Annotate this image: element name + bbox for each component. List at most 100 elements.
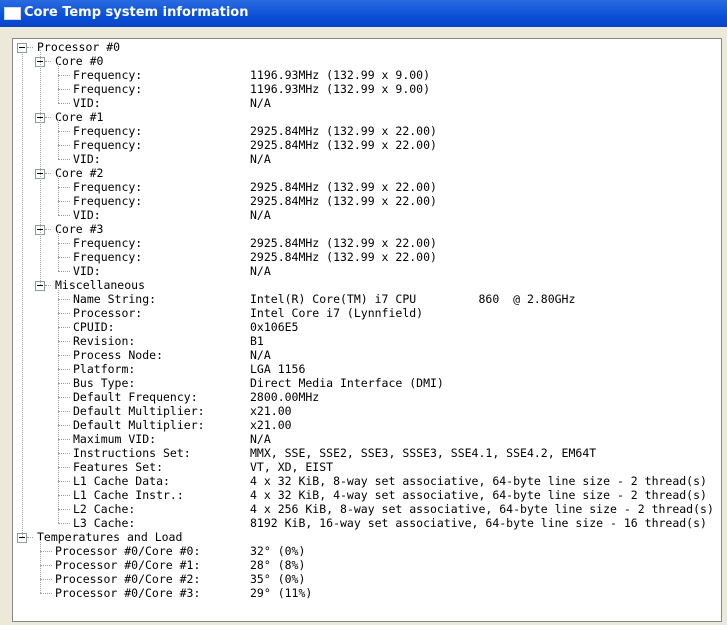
- tree-connector: [58, 523, 70, 524]
- tree-node-core-0[interactable]: Core #0: [55, 54, 103, 68]
- property-label: Frequency:: [73, 68, 143, 82]
- info-tree[interactable]: Processor #0 Core #0 Frequency: 1196.93MHz …: [12, 38, 722, 622]
- property-value: VT, XD, EIST: [250, 460, 334, 474]
- property-label: Platform:: [73, 362, 136, 376]
- tree-node-core-1[interactable]: Core #1: [55, 110, 103, 124]
- tree-connector: [58, 89, 70, 90]
- property-label: Frequency:: [73, 180, 143, 194]
- property-label: VID:: [73, 96, 101, 110]
- tree-connector: [58, 64, 59, 103]
- property-label: Default Frequency:: [73, 390, 198, 404]
- tree-connector: [45, 229, 51, 230]
- property-value: N/A: [250, 348, 271, 362]
- tree-connector: [45, 61, 51, 62]
- tree-node-core-3[interactable]: Core #3: [55, 222, 103, 236]
- tree-connector: [58, 120, 59, 159]
- tree-connector: [58, 509, 70, 510]
- property-label: L3 Cache:: [73, 516, 136, 530]
- property-label: CPUID:: [73, 320, 115, 334]
- tree-connector: [58, 411, 70, 412]
- property-value: 32° (0%): [250, 544, 306, 558]
- tree-connector: [58, 75, 70, 76]
- property-value: N/A: [250, 152, 271, 166]
- property-value: Intel Core i7 (Lynnfield): [250, 306, 424, 320]
- property-value: 1196.93MHz (132.99 x 9.00): [250, 68, 431, 82]
- property-label: Features Set:: [73, 460, 164, 474]
- property-value: 4 x 32 KiB, 8-way set associative, 64-by…: [250, 474, 707, 488]
- tree-connector: [58, 495, 70, 496]
- tree-node-temperatures-and-load[interactable]: Temperatures and Load: [37, 530, 182, 544]
- tree-connector: [58, 271, 70, 272]
- tree-connector: [58, 201, 70, 202]
- tree-connector: [40, 565, 52, 566]
- property-value: LGA 1156: [250, 362, 306, 376]
- property-value: x21.00: [250, 418, 292, 432]
- tree-connector: [58, 257, 70, 258]
- property-value: N/A: [250, 264, 271, 278]
- tree-connector: [58, 288, 59, 523]
- tree-node-core-2[interactable]: Core #2: [55, 166, 103, 180]
- tree-connector: [22, 52, 23, 537]
- property-value: 2925.84MHz (132.99 x 22.00): [250, 138, 437, 152]
- tree-connector: [58, 131, 70, 132]
- property-value: 2800.00MHz: [250, 390, 320, 404]
- property-label: VID:: [73, 264, 101, 278]
- property-value: 2925.84MHz (132.99 x 22.00): [250, 194, 437, 208]
- tree-node-miscellaneous[interactable]: Miscellaneous: [55, 278, 145, 292]
- property-value: N/A: [250, 432, 271, 446]
- title-bar: Core Temp system information: [0, 0, 727, 27]
- property-label: Default Multiplier:: [73, 418, 205, 432]
- property-value: 2925.84MHz (132.99 x 22.00): [250, 250, 437, 264]
- tree-connector: [40, 579, 52, 580]
- tree-connector: [58, 425, 70, 426]
- property-value: 28° (8%): [250, 558, 306, 572]
- property-label: Frequency:: [73, 124, 143, 138]
- property-value: Direct Media Interface (DMI): [250, 376, 444, 390]
- tree-connector: [58, 215, 70, 216]
- property-label: Instructions Set:: [73, 446, 191, 460]
- property-value: 35° (0%): [250, 572, 306, 586]
- tree-connector: [58, 355, 70, 356]
- tree-connector: [58, 453, 70, 454]
- tree-connector: [45, 173, 51, 174]
- property-label: Default Multiplier:: [73, 404, 205, 418]
- tree-connector: [27, 537, 33, 538]
- property-label: L1 Cache Instr.:: [73, 488, 184, 502]
- tree-connector: [58, 187, 70, 188]
- tree-connector: [58, 341, 70, 342]
- property-value: Intel(R) Core(TM) i7 CPU 860 @ 2.80GHz: [250, 292, 576, 306]
- window-title: Core Temp system information: [24, 5, 249, 20]
- tree-connector: [58, 103, 70, 104]
- tree-connector: [45, 285, 51, 286]
- tree-node-processor-0[interactable]: Processor #0: [37, 40, 120, 54]
- property-label: Processor #0/Core #3:: [55, 586, 201, 600]
- tree-connector: [40, 50, 41, 285]
- property-label: Processor #0/Core #2:: [55, 572, 201, 586]
- property-value: 29° (11%): [250, 586, 313, 600]
- window-icon: [4, 7, 21, 20]
- tree-connector: [58, 243, 70, 244]
- property-value: MMX, SSE, SSE2, SSE3, SSSE3, SSE4.1, SSE…: [250, 446, 597, 460]
- property-label: Frequency:: [73, 194, 143, 208]
- tree-connector: [58, 439, 70, 440]
- tree-connector: [58, 369, 70, 370]
- property-label: Processor #0/Core #0:: [55, 544, 201, 558]
- property-value: B1: [250, 334, 264, 348]
- property-label: L2 Cache:: [73, 502, 136, 516]
- property-label: Name String:: [73, 292, 157, 306]
- property-value: 1196.93MHz (132.99 x 9.00): [250, 82, 431, 96]
- property-value: 4 x 256 KiB, 8-way set associative, 64-b…: [250, 502, 714, 516]
- tree-connector: [58, 327, 70, 328]
- property-label: Process Node:: [73, 348, 164, 362]
- tree-connector: [40, 593, 52, 594]
- property-label: VID:: [73, 208, 101, 222]
- property-label: Frequency:: [73, 236, 143, 250]
- property-label: Frequency:: [73, 138, 143, 152]
- property-value: x21.00: [250, 404, 292, 418]
- tree-connector: [58, 313, 70, 314]
- property-label: Processor #0/Core #1:: [55, 558, 201, 572]
- tree-connector: [58, 176, 59, 215]
- property-value: 2925.84MHz (132.99 x 22.00): [250, 180, 437, 194]
- tree-connector: [58, 383, 70, 384]
- property-value: N/A: [250, 208, 271, 222]
